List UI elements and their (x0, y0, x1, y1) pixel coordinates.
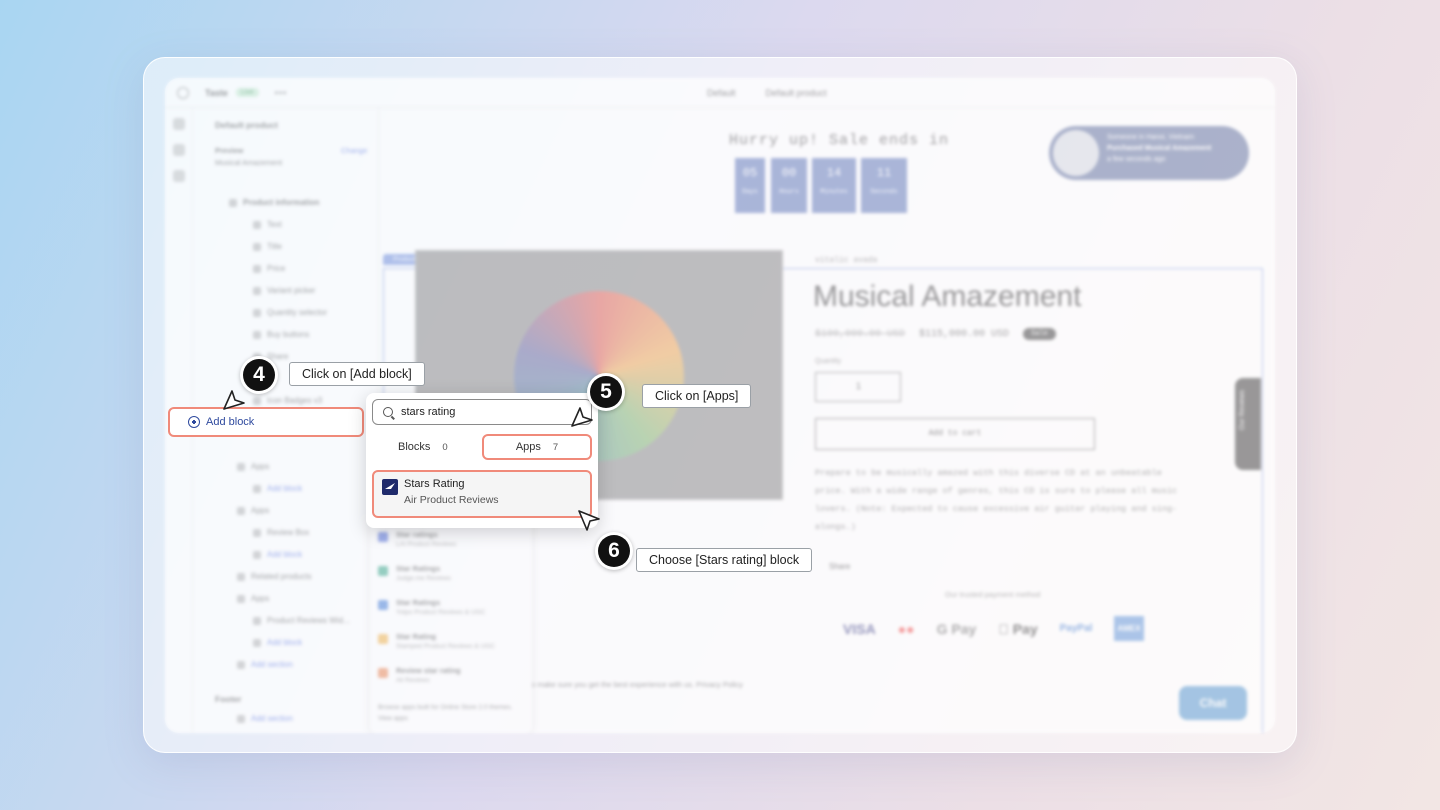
search-value: stars rating (401, 406, 456, 418)
cursor-icon (571, 407, 593, 427)
tab-apps[interactable]: Apps 7 (482, 434, 592, 460)
result-title: Stars Rating (404, 478, 465, 490)
block-picker-popup: stars rating Blocks 0 Apps 7 Stars Rating … (366, 393, 598, 528)
air-reviews-logo-icon (382, 479, 398, 495)
cursor-icon (223, 390, 245, 410)
add-circle-icon (188, 416, 200, 428)
search-icon (383, 407, 393, 417)
step-label: Choose [Stars rating] block (636, 548, 813, 572)
step-label: Click on [Apps] (642, 384, 752, 408)
step-badge: 6 (595, 532, 633, 570)
step-label: Click on [Add block] (289, 362, 425, 386)
search-input[interactable]: stars rating (372, 399, 592, 425)
tab-blocks[interactable]: Blocks 0 (398, 434, 448, 460)
add-block-label: Add block (206, 416, 255, 428)
stars-rating-block[interactable]: Stars Rating Air Product Reviews (372, 470, 592, 518)
cursor-icon (578, 510, 600, 531)
add-block-button[interactable]: Add block (168, 407, 364, 437)
result-vendor: Air Product Reviews (404, 494, 499, 506)
